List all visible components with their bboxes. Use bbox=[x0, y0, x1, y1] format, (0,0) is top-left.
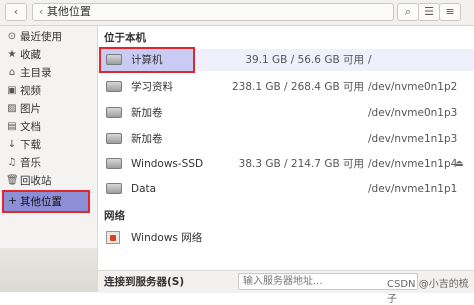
drive-icon bbox=[106, 54, 122, 65]
sidebar-item-home[interactable]: ⌂ 主目录 bbox=[0, 64, 97, 82]
drive-device: /dev/nvme0n1p3 bbox=[368, 107, 458, 119]
sidebar-background bbox=[0, 248, 97, 292]
network-name: Windows 网络 bbox=[131, 232, 203, 244]
section-title-local: 位于本机 bbox=[104, 32, 146, 44]
clock-icon: ⊙ bbox=[7, 31, 17, 42]
header-bar: ‹ ‹ 其他位置 ⌕ ☰ ≡ bbox=[0, 0, 474, 26]
drive-icon bbox=[106, 183, 122, 194]
drive-icon bbox=[106, 133, 122, 144]
back-icon: ‹ bbox=[13, 5, 19, 18]
drive-row[interactable]: Data /dev/nvme1n1p1 bbox=[98, 178, 474, 200]
sidebar-item-label: 图片 bbox=[20, 103, 41, 115]
back-button[interactable]: ‹ bbox=[5, 3, 27, 21]
sidebar-item-label: 音乐 bbox=[20, 157, 41, 169]
main-content: 位于本机 计算机 39.1 GB / 56.6 GB 可用 / 学习资料 238… bbox=[98, 26, 474, 292]
connect-to-server-label: 连接到服务器(S) bbox=[104, 276, 185, 288]
sidebar-item-videos[interactable]: ▣ 视频 bbox=[0, 82, 97, 100]
music-icon: ♫ bbox=[7, 157, 17, 168]
network-row-windows[interactable]: Windows 网络 bbox=[98, 227, 474, 249]
drive-icon bbox=[106, 158, 122, 169]
document-icon: ▤ bbox=[7, 121, 17, 132]
drive-device: /dev/nvme1n1p3 bbox=[368, 133, 458, 145]
sidebar-item-label: 下载 bbox=[20, 139, 41, 151]
drive-icon bbox=[106, 107, 122, 118]
drive-size: 39.1 GB / 56.6 GB 可用 bbox=[245, 54, 364, 66]
sidebar-item-other-locations[interactable]: + 其他位置 bbox=[2, 190, 90, 213]
drive-size: 238.1 GB / 268.4 GB 可用 bbox=[231, 81, 364, 93]
sidebar-item-label: 视频 bbox=[20, 85, 41, 97]
sidebar-item-recent[interactable]: ⊙ 最近使用 bbox=[0, 28, 97, 46]
list-view-icon: ☰ bbox=[424, 5, 434, 18]
sidebar-item-label: 收藏 bbox=[20, 49, 41, 61]
sidebar-item-label: 文档 bbox=[20, 121, 41, 133]
download-icon: ↓ bbox=[7, 139, 17, 150]
drive-size: 38.3 GB / 214.7 GB 可用 bbox=[238, 158, 364, 170]
menu-button[interactable]: ≡ bbox=[439, 3, 461, 21]
drive-device: /dev/nvme0n1p2 bbox=[368, 81, 458, 93]
network-share-icon bbox=[106, 231, 120, 244]
drive-name: 新加卷 bbox=[131, 107, 163, 119]
chevron-left-icon: ‹ bbox=[39, 5, 44, 18]
breadcrumb-label: 其他位置 bbox=[46, 5, 91, 18]
eject-icon[interactable]: ⏏ bbox=[455, 153, 464, 175]
home-icon: ⌂ bbox=[8, 67, 16, 78]
sidebar: ⊙ 最近使用 ★ 收藏 ⌂ 主目录 ▣ 视频 ▨ 图片 ▤ 文档 ↓ 下载 ♫ … bbox=[0, 26, 98, 292]
drive-device: /dev/nvme1n1p4 bbox=[368, 158, 458, 170]
drive-row[interactable]: Windows-SSD 38.3 GB / 214.7 GB 可用 /dev/n… bbox=[98, 153, 474, 175]
view-toggle-button[interactable]: ☰ bbox=[418, 3, 440, 21]
drive-name: Windows-SSD bbox=[131, 158, 204, 170]
star-icon: ★ bbox=[7, 49, 17, 60]
drive-row[interactable]: 新加卷 /dev/nvme0n1p3 bbox=[98, 102, 474, 124]
drive-icon bbox=[106, 81, 122, 92]
breadcrumb[interactable]: ‹ 其他位置 bbox=[32, 3, 394, 21]
drive-row[interactable]: 学习资料 238.1 GB / 268.4 GB 可用 /dev/nvme0n1… bbox=[98, 76, 474, 98]
drive-name: 新加卷 bbox=[131, 133, 163, 145]
search-icon: ⌕ bbox=[404, 5, 412, 18]
drive-device: /dev/nvme1n1p1 bbox=[368, 183, 458, 195]
sidebar-item-downloads[interactable]: ↓ 下载 bbox=[0, 136, 97, 154]
sidebar-item-documents[interactable]: ▤ 文档 bbox=[0, 118, 97, 136]
sidebar-item-music[interactable]: ♫ 音乐 bbox=[0, 154, 97, 172]
picture-icon: ▨ bbox=[7, 103, 17, 114]
sidebar-item-pictures[interactable]: ▨ 图片 bbox=[0, 100, 97, 118]
section-title-network: 网络 bbox=[104, 210, 125, 222]
drive-name: Data bbox=[131, 183, 157, 195]
hamburger-icon: ≡ bbox=[445, 5, 455, 18]
connect-server-bar: 连接到服务器(S) CSDN @小吉的梳子 bbox=[98, 270, 474, 305]
trash-icon: 🗑 bbox=[6, 175, 19, 186]
sidebar-item-label: 主目录 bbox=[20, 67, 52, 79]
sidebar-item-label: 最近使用 bbox=[20, 31, 62, 43]
drive-row[interactable]: 新加卷 /dev/nvme1n1p3 bbox=[98, 128, 474, 150]
drive-device: / bbox=[368, 54, 372, 66]
watermark-text: CSDN @小吉的梳子 bbox=[387, 279, 469, 305]
sidebar-item-label: 回收站 bbox=[20, 175, 52, 187]
video-icon: ▣ bbox=[7, 85, 17, 96]
plus-icon: + bbox=[8, 194, 18, 207]
drive-name: 计算机 bbox=[131, 54, 163, 66]
drive-row-computer[interactable]: 计算机 39.1 GB / 56.6 GB 可用 / bbox=[98, 49, 474, 71]
sidebar-item-starred[interactable]: ★ 收藏 bbox=[0, 46, 97, 64]
sidebar-item-label: 其他位置 bbox=[20, 196, 62, 208]
drive-name: 学习资料 bbox=[131, 81, 173, 93]
sidebar-item-trash[interactable]: 🗑 回收站 bbox=[0, 172, 97, 190]
search-button[interactable]: ⌕ bbox=[397, 3, 419, 21]
